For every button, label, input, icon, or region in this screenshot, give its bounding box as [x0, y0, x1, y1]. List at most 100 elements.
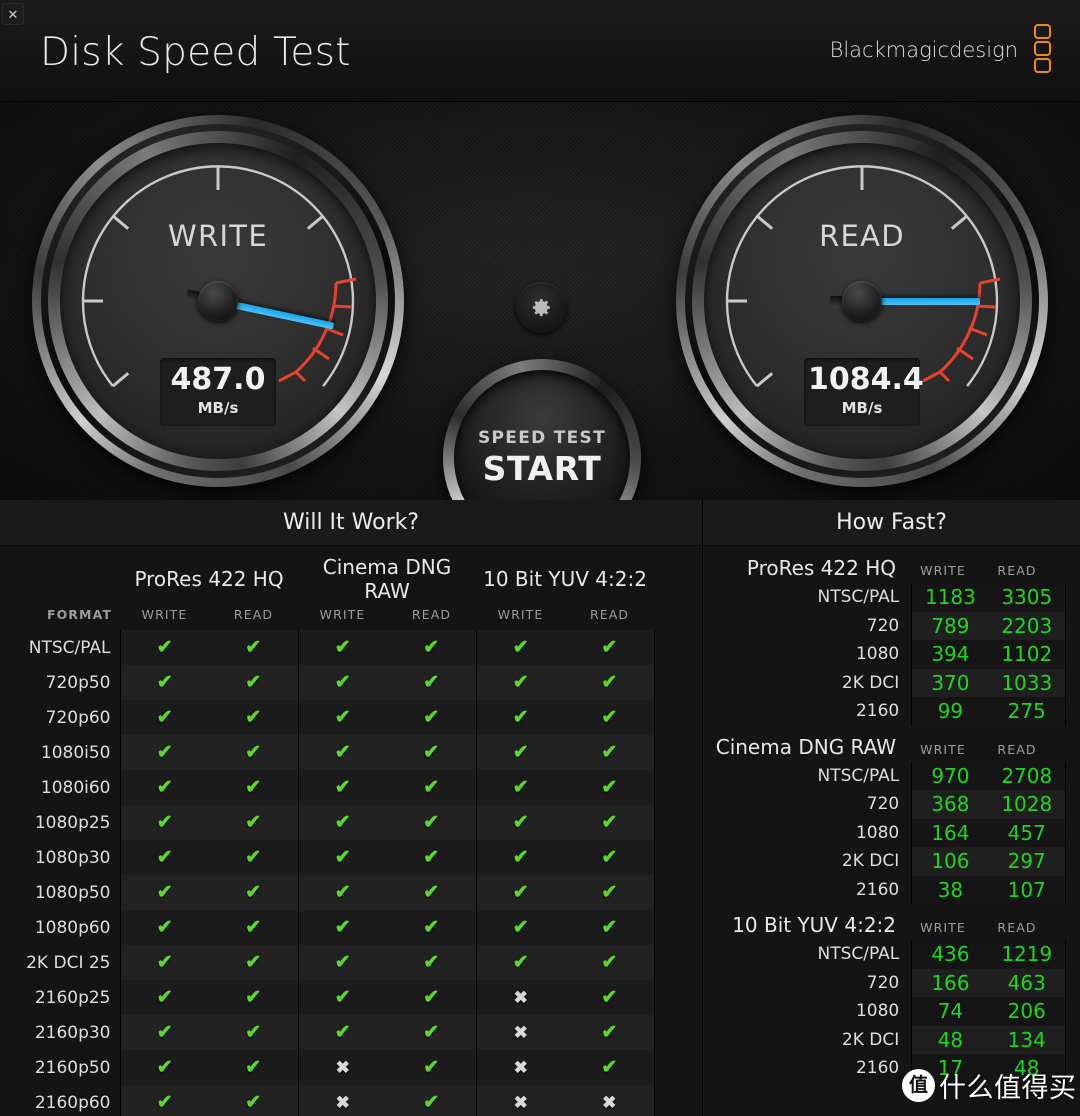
check-icon: ✔ [156, 987, 173, 1008]
support-cross-cell: ✖ [475, 1015, 566, 1050]
format-cell: NTSC/PAL [817, 765, 900, 786]
results-panels: Will It Work? How Fast? FORMAT ProRes 42… [0, 500, 1080, 1116]
check-icon: ✔ [512, 847, 529, 868]
support-check-cell: ✔ [475, 735, 566, 770]
check-icon: ✔ [601, 917, 618, 938]
check-icon: ✔ [423, 777, 440, 798]
start-button-label: START [482, 449, 602, 488]
write-speed-cell: 164 [911, 818, 989, 847]
close-button[interactable]: ✕ [2, 3, 24, 25]
support-check-cell: ✔ [119, 1015, 209, 1050]
support-check-cell: ✔ [119, 805, 209, 840]
page-title: Disk Speed Test [40, 30, 351, 75]
check-icon: ✔ [334, 882, 351, 903]
support-cross-cell: ✖ [297, 1085, 387, 1116]
support-check-cell: ✔ [297, 805, 387, 840]
app-header: Disk Speed Test Blackmagicdesign [0, 0, 1080, 102]
check-icon: ✔ [423, 707, 440, 728]
check-icon: ✔ [512, 777, 529, 798]
check-icon: ✔ [156, 812, 173, 833]
settings-button[interactable] [516, 282, 567, 333]
section-write-label: WRITE [920, 920, 966, 935]
check-icon: ✔ [423, 882, 440, 903]
support-check-cell: ✔ [209, 770, 299, 805]
section-name: ProRes 422 HQ [746, 556, 896, 580]
table-row: 2160p50 ✔ ✔ ✖ ✔ ✖ ✔ [0, 1050, 702, 1085]
check-icon: ✔ [423, 672, 440, 693]
table-row: NTSC/PAL 1183 3305 [703, 583, 1080, 612]
how-fast-section-header: Cinema DNG RAW WRITE READ [703, 726, 1080, 762]
how-fast-title: How Fast? [703, 500, 1080, 546]
row-padding [654, 910, 702, 945]
subheader-dng-read: READ [411, 607, 452, 622]
support-check-cell: ✔ [119, 910, 209, 945]
table-row: NTSC/PAL 436 1219 [703, 940, 1080, 969]
format-cell: NTSC/PAL [817, 944, 900, 965]
check-icon: ✔ [156, 707, 173, 728]
subheader-prores-write: WRITE [141, 607, 188, 622]
section-read-label: READ [997, 741, 1037, 757]
table-row: 1080p25 ✔ ✔ ✔ ✔ ✔ ✔ [0, 805, 702, 840]
table-row: 720p60 ✔ ✔ ✔ ✔ ✔ ✔ [0, 700, 702, 735]
read-speed-cell: 1033 [988, 668, 1066, 697]
read-value: 1084.4 [808, 362, 924, 397]
support-check-cell: ✔ [209, 1050, 299, 1085]
write-speed-cell: 1183 [911, 583, 989, 612]
check-icon: ✔ [423, 952, 440, 973]
row-padding [1065, 668, 1080, 697]
table-row: 1080 74 206 [703, 997, 1080, 1026]
support-check-cell: ✔ [209, 980, 299, 1015]
table-row: 2K DCI 48 134 [703, 1025, 1080, 1054]
check-icon: ✔ [156, 672, 173, 693]
subheader-dng-write: WRITE [319, 607, 366, 622]
table-row: 1080p30 ✔ ✔ ✔ ✔ ✔ ✔ [0, 840, 702, 875]
support-check-cell: ✔ [565, 630, 655, 665]
row-padding [1065, 1025, 1080, 1054]
check-icon: ✔ [156, 1022, 173, 1043]
support-check-cell: ✔ [297, 945, 387, 980]
check-icon: ✔ [334, 1022, 351, 1043]
support-check-cell: ✔ [565, 840, 655, 875]
support-check-cell: ✔ [297, 910, 387, 945]
support-check-cell: ✔ [297, 770, 387, 805]
row-padding [1065, 697, 1080, 726]
check-icon: ✔ [423, 742, 440, 763]
support-check-cell: ✔ [565, 770, 655, 805]
support-check-cell: ✔ [387, 910, 477, 945]
format-cell: 2160 [855, 701, 900, 722]
start-button-subtitle: SPEED TEST [477, 428, 606, 448]
support-check-cell: ✔ [119, 1050, 209, 1085]
table-row: 2K DCI 25 ✔ ✔ ✔ ✔ ✔ ✔ [0, 945, 702, 980]
support-check-cell: ✔ [387, 840, 477, 875]
row-padding [1065, 611, 1080, 640]
cross-icon: ✖ [335, 1057, 350, 1077]
check-icon: ✔ [423, 812, 440, 833]
support-check-cell: ✔ [209, 805, 299, 840]
read-speed-cell: 107 [988, 875, 1066, 904]
format-cell: 1080p25 [0, 805, 120, 840]
how-fast-section-table: NTSC/PAL 970 2708 720 368 1028 1080 164 457 2K DC… [703, 761, 1080, 904]
how-fast-section-table: NTSC/PAL 436 1219 720 166 463 1080 74 206 2K DCI 4… [703, 940, 1080, 1083]
support-check-cell: ✔ [475, 840, 566, 875]
support-check-cell: ✔ [209, 1085, 299, 1116]
format-cell: 1080i50 [0, 735, 120, 770]
how-fast-section-header: 10 Bit YUV 4:2:2 WRITE READ [703, 904, 1080, 940]
check-icon: ✔ [601, 672, 618, 693]
read-speed-cell: 134 [988, 1025, 1066, 1054]
row-padding [1065, 968, 1080, 997]
table-row: 2K DCI 106 297 [703, 847, 1080, 876]
support-check-cell: ✔ [565, 980, 655, 1015]
support-check-cell: ✔ [209, 875, 299, 910]
section-read-label: READ [997, 563, 1037, 578]
subheader-yuv-read: READ [589, 607, 630, 622]
section-name: Cinema DNG RAW [715, 734, 896, 759]
check-icon: ✔ [245, 777, 262, 798]
write-speed-cell: 48 [911, 1025, 989, 1054]
write-speed-cell: 368 [911, 790, 989, 819]
support-check-cell: ✔ [475, 875, 566, 910]
support-cross-cell: ✖ [475, 1085, 566, 1116]
blackmagic-logo-icon [1034, 24, 1060, 80]
subheader-yuv-write: WRITE [497, 607, 544, 622]
how-fast-table: ProRes 422 HQ WRITE READ NTSC/PAL 1183 3305 72… [703, 547, 1080, 1083]
row-padding [1065, 997, 1080, 1026]
